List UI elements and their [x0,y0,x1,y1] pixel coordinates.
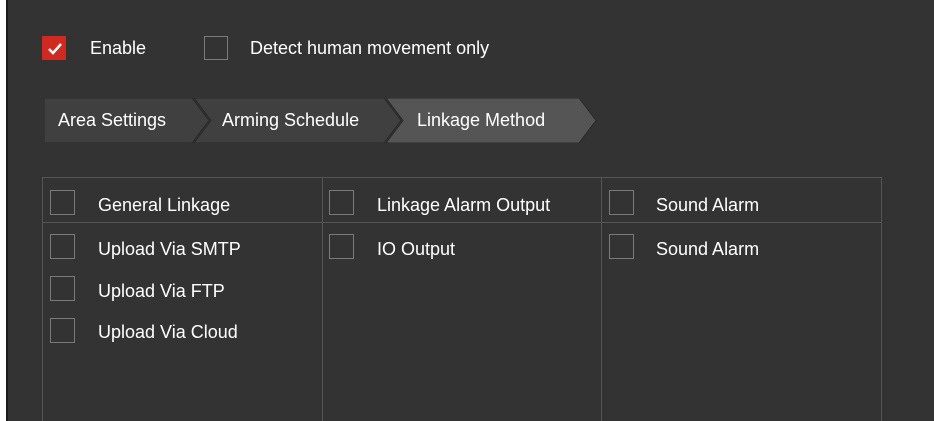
table-col-divider-2 [601,177,602,421]
general-linkage-label: General Linkage [98,195,231,215]
upload-cloud-checkbox[interactable] [50,318,75,343]
detect-human-label: Detect human movement only [250,38,490,58]
table-left-border [42,177,43,421]
motion-detection-panel: Enable Detect human movement only Area S… [6,0,934,421]
checkmark-icon [48,43,62,55]
upload-ftp-label: Upload Via FTP [98,281,225,301]
tab-arming-schedule[interactable]: Arming Schedule [222,98,359,143]
linkage-alarm-output-checkbox[interactable] [329,190,354,215]
tab-area-settings[interactable]: Area Settings [58,98,166,143]
sound-alarm-label: Sound Alarm [656,239,760,259]
io-output-checkbox[interactable] [329,234,354,259]
sound-alarm-header-label: Sound Alarm [656,195,760,215]
enable-checkbox[interactable] [42,36,66,60]
table-top-border [42,177,882,178]
table-col-divider-1 [322,177,323,421]
table-header-divider [42,222,882,223]
upload-cloud-label: Upload Via Cloud [98,322,238,342]
table-right-border [881,177,882,421]
upload-ftp-checkbox[interactable] [50,276,75,301]
sound-alarm-checkbox[interactable] [609,234,634,259]
detect-human-checkbox[interactable] [204,36,228,60]
tab-bar: Area Settings Arming Schedule Linkage Me… [44,98,604,143]
io-output-label: IO Output [377,239,456,259]
upload-smtp-label: Upload Via SMTP [98,239,241,259]
upload-smtp-checkbox[interactable] [50,234,75,259]
enable-label: Enable [90,38,147,58]
tab-linkage-method[interactable]: Linkage Method [417,98,545,143]
general-linkage-checkbox[interactable] [50,190,75,215]
linkage-alarm-output-label: Linkage Alarm Output [377,195,551,215]
sound-alarm-header-checkbox[interactable] [609,190,634,215]
